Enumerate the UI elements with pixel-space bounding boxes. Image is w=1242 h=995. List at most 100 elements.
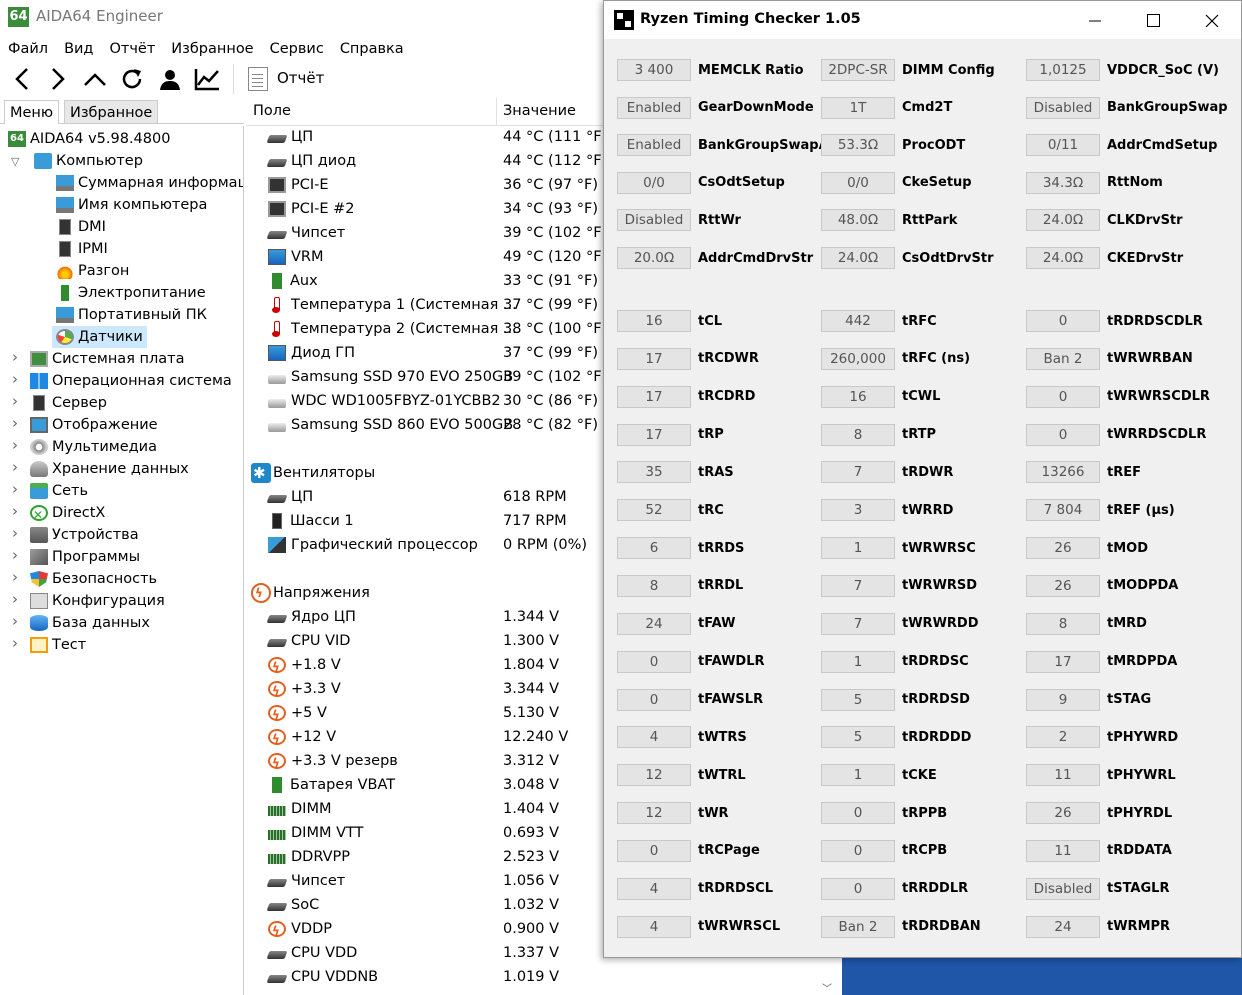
tree-section-8[interactable]: Устройства: [30, 524, 139, 546]
tree-section-5[interactable]: Хранение данных: [30, 458, 189, 480]
timing-value-field[interactable]: 53.3Ω: [821, 134, 895, 157]
menu-file[interactable]: Файл: [0, 38, 56, 60]
timing-value-field[interactable]: 7: [821, 461, 895, 484]
timing-value-field[interactable]: 8: [821, 423, 895, 446]
maximize-button[interactable]: [1124, 1, 1182, 39]
scroll-down-arrow-icon[interactable]: ﹀: [820, 980, 834, 995]
timing-value-field[interactable]: 3: [821, 499, 895, 522]
up-icon[interactable]: [80, 64, 110, 94]
timing-value-field[interactable]: 4: [617, 877, 691, 900]
timing-value-field[interactable]: 7 804: [1026, 499, 1100, 522]
tab-menu[interactable]: Меню: [4, 100, 60, 124]
column-header-value[interactable]: Значение: [503, 103, 576, 119]
menu-report[interactable]: Отчёт: [101, 38, 163, 60]
tree-section-1[interactable]: Операционная система: [30, 370, 232, 392]
timing-value-field[interactable]: 442: [821, 310, 895, 332]
timing-value-field[interactable]: 0: [1026, 310, 1100, 332]
chevron-right-icon[interactable]: ›: [12, 502, 18, 520]
tree-item-sensors[interactable]: Датчики: [52, 326, 147, 348]
timing-value-field[interactable]: 0/0: [821, 171, 895, 194]
chevron-right-icon[interactable]: ›: [12, 524, 18, 542]
timing-value-field[interactable]: 1: [821, 764, 895, 787]
timing-value-field[interactable]: 4: [617, 915, 691, 938]
timing-value-field[interactable]: 13266: [1026, 461, 1100, 484]
chevron-right-icon[interactable]: ›: [12, 414, 18, 432]
chevron-right-icon[interactable]: ›: [12, 480, 18, 498]
menu-view[interactable]: Вид: [56, 38, 101, 60]
menu-help[interactable]: Справка: [332, 38, 412, 60]
tree-item-computer-name[interactable]: Имя компьютера: [56, 194, 207, 216]
timing-value-field[interactable]: 16: [821, 385, 895, 408]
timing-value-field[interactable]: 8: [1026, 612, 1100, 635]
tree-item-power[interactable]: Электропитание: [56, 282, 206, 304]
forward-icon[interactable]: [42, 64, 72, 94]
timing-value-field[interactable]: 7: [821, 574, 895, 597]
chevron-right-icon[interactable]: ›: [12, 612, 18, 630]
timing-value-field[interactable]: 20.0Ω: [617, 247, 691, 269]
tree-section-7[interactable]: DirectX: [30, 502, 105, 526]
timing-value-field[interactable]: 34.3Ω: [1026, 171, 1100, 194]
chevron-right-icon[interactable]: ›: [12, 568, 18, 586]
timing-value-field[interactable]: 24.0Ω: [1026, 247, 1100, 269]
timing-value-field[interactable]: 0: [821, 839, 895, 862]
column-header-field[interactable]: Поле: [253, 103, 291, 119]
timing-value-field[interactable]: Disabled: [617, 209, 691, 232]
timing-value-field[interactable]: Ban 2: [821, 915, 895, 938]
timing-value-field[interactable]: 48.0Ω: [821, 209, 895, 232]
tree-section-2[interactable]: Сервер: [30, 392, 107, 414]
tree-section-10[interactable]: Безопасность: [30, 568, 157, 590]
timing-value-field[interactable]: 0: [1026, 385, 1100, 408]
timing-value-field[interactable]: 26: [1026, 802, 1100, 825]
timing-value-field[interactable]: Enabled: [617, 134, 691, 157]
ryzen-titlebar[interactable]: Ryzen Timing Checker 1.05: [604, 1, 1241, 39]
tree-section-4[interactable]: Мультимедиа: [30, 436, 157, 458]
timing-value-field[interactable]: 6: [617, 537, 691, 560]
back-icon[interactable]: [8, 64, 38, 94]
timing-value-field[interactable]: 1: [821, 650, 895, 673]
timing-value-field[interactable]: 2: [1026, 726, 1100, 749]
timing-value-field[interactable]: 24: [1026, 915, 1100, 938]
timing-value-field[interactable]: 260,000: [821, 347, 895, 370]
chevron-right-icon[interactable]: ›: [12, 634, 18, 652]
timing-value-field[interactable]: 24.0Ω: [1026, 209, 1100, 232]
timing-value-field[interactable]: 52: [617, 499, 691, 522]
timing-value-field[interactable]: 7: [821, 612, 895, 635]
timing-value-field[interactable]: Ban 2: [1026, 347, 1100, 370]
timing-value-field[interactable]: 5: [821, 726, 895, 749]
tree-item-computer[interactable]: Компьютер: [34, 150, 143, 172]
chevron-right-icon[interactable]: ›: [12, 370, 18, 388]
timing-value-field[interactable]: 17: [1026, 650, 1100, 673]
timing-value-field[interactable]: 26: [1026, 537, 1100, 560]
timing-value-field[interactable]: 26: [1026, 574, 1100, 597]
timing-value-field[interactable]: 12: [617, 802, 691, 825]
timing-value-field[interactable]: 12: [617, 764, 691, 787]
tree-section-0[interactable]: Системная плата: [30, 348, 185, 370]
timing-value-field[interactable]: 0: [1026, 423, 1100, 446]
tree-item-portable[interactable]: Портативный ПК: [56, 304, 207, 326]
timing-value-field[interactable]: 4: [617, 726, 691, 749]
minimize-button[interactable]: [1066, 1, 1124, 39]
chevron-right-icon[interactable]: ›: [12, 590, 18, 608]
chevron-right-icon[interactable]: ›: [12, 348, 18, 366]
tree-root[interactable]: 64 AIDA64 v5.98.4800: [8, 128, 170, 150]
tree-section-6[interactable]: Сеть: [30, 480, 88, 502]
timing-value-field[interactable]: 0/0: [617, 171, 691, 194]
timing-value-field[interactable]: 1T: [821, 96, 895, 119]
chart-icon[interactable]: [192, 64, 222, 94]
user-icon[interactable]: [155, 64, 185, 94]
timing-value-field[interactable]: Disabled: [1026, 877, 1100, 900]
menu-service[interactable]: Сервис: [262, 38, 332, 60]
sensor-group[interactable]: Напряжения: [251, 581, 370, 605]
tree-section-11[interactable]: Конфигурация: [30, 590, 165, 612]
timing-value-field[interactable]: 2DPC-SR: [821, 59, 895, 81]
chevron-right-icon[interactable]: ›: [12, 458, 18, 476]
tree-item-ipmi[interactable]: IPMI: [56, 238, 108, 260]
timing-value-field[interactable]: 8: [617, 574, 691, 597]
tree-section-13[interactable]: Тест: [30, 634, 86, 656]
sensor-group[interactable]: Вентиляторы: [251, 461, 375, 485]
timing-value-field[interactable]: 0: [617, 839, 691, 862]
timing-value-field[interactable]: 11: [1026, 764, 1100, 787]
timing-value-field[interactable]: Enabled: [617, 96, 691, 119]
timing-value-field[interactable]: 0: [821, 802, 895, 825]
timing-value-field[interactable]: 0: [617, 688, 691, 711]
